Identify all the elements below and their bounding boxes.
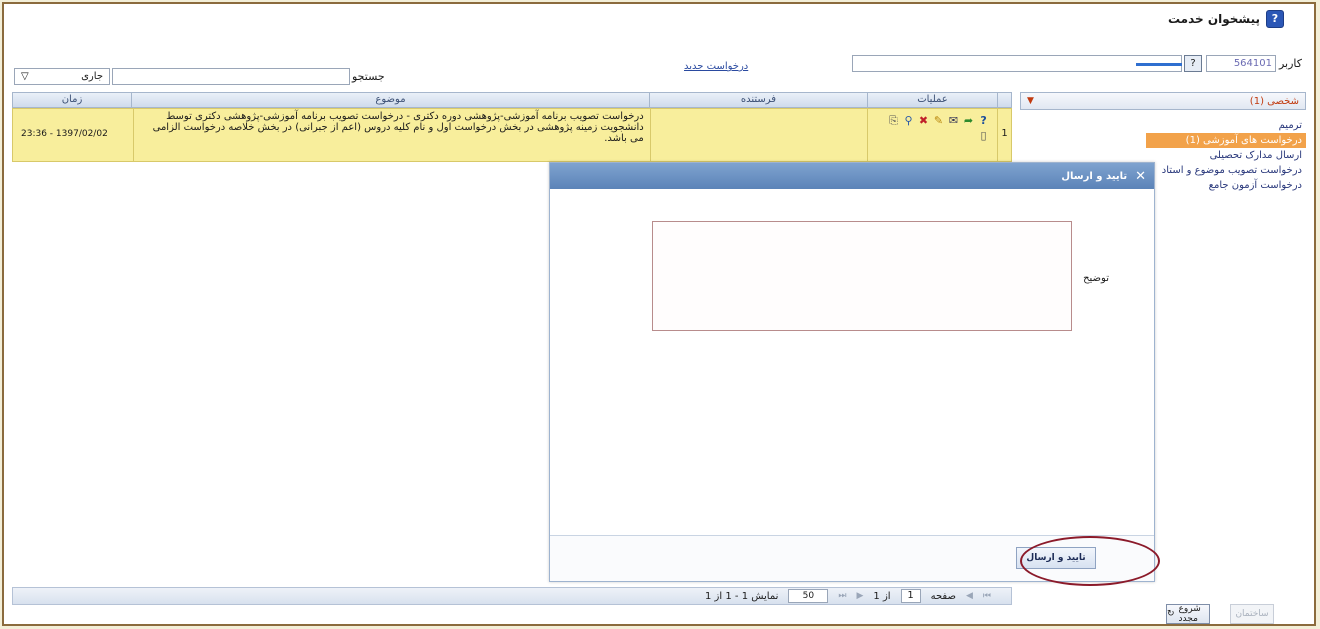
sidebar-list: ترمیم درخواست های آموزشی (1) ارسال مدارک… (1146, 118, 1306, 193)
help-icon[interactable]: ? (978, 115, 989, 126)
document-icon[interactable]: ▯ (978, 130, 989, 141)
grid-col-sender[interactable]: فرستنده (649, 93, 867, 107)
edit-icon[interactable]: ✎ (933, 115, 944, 126)
pager-page-label: صفحه (930, 590, 956, 602)
next-page-icon[interactable]: ▶ (857, 591, 864, 601)
pager-show-label: نمایش 1 - 1 از 1 (705, 590, 779, 602)
chevron-down-icon: ▽ (21, 71, 29, 82)
user-name-field[interactable] (852, 55, 1182, 72)
page-title-text: پیشخوان خدمت (1167, 12, 1260, 26)
status-select-value: جاری (81, 71, 103, 82)
dialog-title: تایید و ارسال (1061, 170, 1128, 182)
new-request-link[interactable]: درخواست جدید (684, 61, 748, 72)
search-input[interactable] (112, 68, 350, 85)
annotation-circle (1020, 536, 1160, 586)
disabled-button-label: ساختمان (1235, 609, 1269, 619)
sidebar-item-educational-requests[interactable]: درخواست های آموزشی (1) (1146, 133, 1306, 148)
grid-col-time[interactable]: زمان (13, 93, 131, 107)
page-frame: ? پیشخوان خدمت کاربر 564101 ? درخواست جد… (2, 2, 1316, 626)
confirm-send-dialog: ✕ تایید و ارسال توضیح تایید و ارسال (549, 162, 1155, 582)
restart-icon: ↻ (1167, 609, 1175, 619)
row-index: 1 (997, 109, 1011, 161)
mail-icon[interactable]: ✉ (948, 115, 959, 126)
row-operations: ? ➦ ✉ ✎ ✖ ⚲ ⎘ ▯ (867, 109, 997, 161)
page-title: ? پیشخوان خدمت (1168, 10, 1284, 28)
table-row[interactable]: 1 ? ➦ ✉ ✎ ✖ ⚲ ⎘ ▯ درخواست تصویب برنامه آ… (12, 108, 1012, 162)
chevron-down-icon[interactable]: ▼ (1027, 96, 1034, 106)
first-page-icon[interactable]: ⏮ (983, 591, 991, 601)
help-icon[interactable]: ? (1266, 10, 1284, 28)
user-label: کاربر (1278, 57, 1302, 70)
description-textarea[interactable] (652, 221, 1072, 331)
grid-header: عملیات فرستنده موضوع زمان (12, 92, 1012, 108)
disabled-button: ساختمان (1230, 604, 1274, 624)
search-icon[interactable]: ⚲ (903, 115, 914, 126)
grid-col-operations[interactable]: عملیات (867, 93, 997, 107)
sidebar-header[interactable]: شخصی (1) ▼ (1020, 92, 1306, 110)
pager-page-input[interactable]: 1 (900, 589, 921, 603)
prev-page-icon[interactable]: ◀ (966, 591, 973, 601)
sidebar-item-comprehensive-exam[interactable]: درخواست آزمون جامع (1146, 178, 1306, 193)
user-name-indicator (1136, 63, 1182, 66)
close-icon[interactable]: ✕ (1135, 170, 1146, 183)
user-input[interactable]: 564101 (1206, 55, 1276, 72)
grid-col-index (997, 93, 1011, 107)
pager-of-label: از 1 (873, 590, 891, 602)
forward-icon[interactable]: ➦ (963, 115, 974, 126)
sidebar-header-label: شخصی (1) (1249, 95, 1299, 107)
sidebar-item-repair[interactable]: ترمیم (1146, 118, 1306, 133)
dialog-title-bar: ✕ تایید و ارسال (550, 163, 1154, 189)
row-time: 1397/02/02 - 23:36 (21, 129, 108, 139)
description-label: توضیح (1083, 273, 1109, 284)
restart-button-label: شروع مجدد (1178, 604, 1201, 624)
sidebar-item-topic-approval[interactable]: درخواست تصویب موضوع و استاد (1146, 163, 1306, 178)
pager-size-select[interactable]: 50 (788, 589, 829, 603)
row-subject: درخواست تصویب برنامه آموزشی-پژوهشی دوره … (132, 109, 650, 161)
pager: ⏮ ◀ صفحه 1 از 1 ▶ ⏭ 50 نمایش 1 - 1 از 1 (12, 587, 1012, 605)
last-page-icon[interactable]: ⏭ (838, 591, 846, 601)
status-select[interactable]: ▽ جاری (14, 68, 110, 85)
grid-col-subject[interactable]: موضوع (131, 93, 649, 107)
delete-icon[interactable]: ✖ (918, 115, 929, 126)
row-sender (649, 109, 868, 161)
search-label: جستجو (352, 70, 385, 83)
attachment-icon[interactable]: ⎘ (888, 115, 899, 126)
sidebar-item-send-documents[interactable]: ارسال مدارک تحصیلی (1146, 148, 1306, 163)
restart-button[interactable]: ↻ شروع مجدد (1166, 604, 1210, 624)
user-lookup-button[interactable]: ? (1184, 55, 1202, 72)
